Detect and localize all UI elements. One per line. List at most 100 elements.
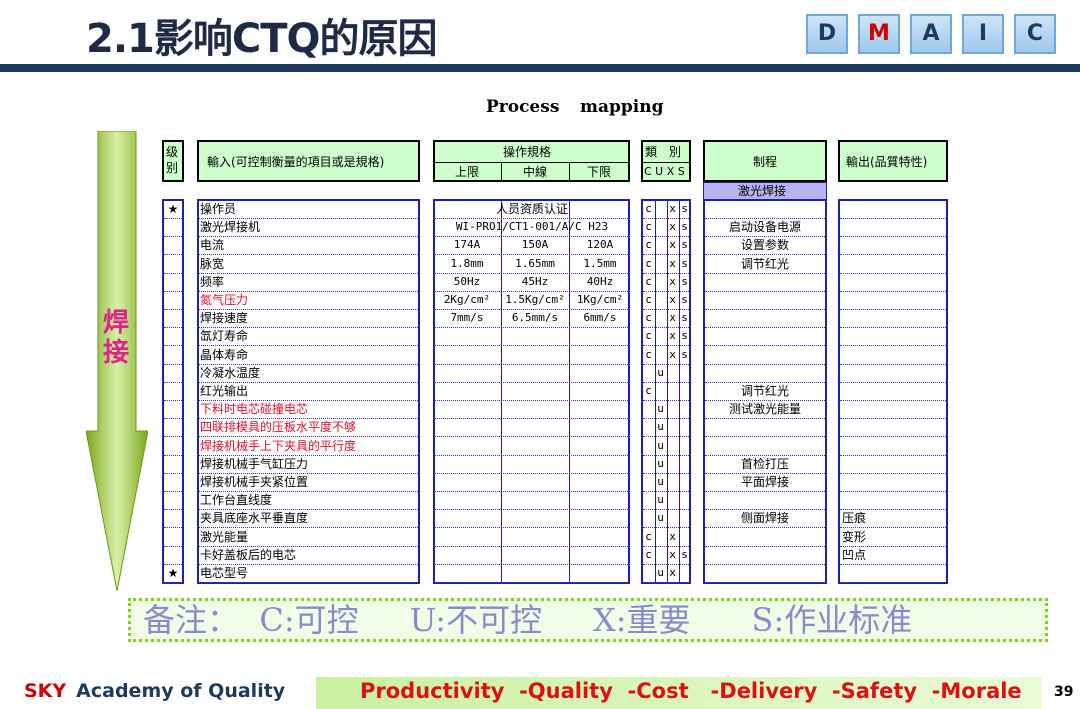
row-separator bbox=[164, 254, 182, 255]
cat-x: x bbox=[669, 566, 676, 579]
cat-s: s bbox=[681, 348, 688, 361]
row-separator bbox=[643, 345, 689, 346]
row-separator bbox=[643, 418, 689, 419]
cat-x: x bbox=[669, 275, 676, 288]
process-mapping-title-right: mapping bbox=[580, 97, 664, 117]
input-item: 电芯型号 bbox=[200, 566, 249, 580]
cat-s: s bbox=[681, 293, 688, 306]
cat-c: c bbox=[645, 548, 652, 561]
input-item: 焊接机械手气缸压力 bbox=[200, 457, 309, 471]
input-item: 激光能量 bbox=[200, 530, 249, 544]
cat-s: s bbox=[681, 329, 688, 342]
cat-c: c bbox=[645, 384, 652, 397]
footer-motto-bar: Productivity -Quality -Cost -Delivery -S… bbox=[316, 677, 1042, 709]
input-item: 氙灯寿命 bbox=[200, 329, 249, 343]
row-separator bbox=[199, 273, 418, 274]
row-separator bbox=[164, 546, 182, 547]
spec-full: 人员资质认证 bbox=[495, 202, 568, 216]
row-separator bbox=[705, 436, 825, 437]
row-separator bbox=[705, 273, 825, 274]
level-star: ★ bbox=[167, 566, 179, 580]
spec-upper: 2Kg/cm² bbox=[443, 293, 491, 306]
header-level: 级别 bbox=[162, 140, 184, 182]
cat-x: x bbox=[669, 329, 676, 342]
header-process: 制程 bbox=[703, 140, 827, 182]
output-item: 凹点 bbox=[842, 548, 867, 562]
row-separator bbox=[643, 400, 689, 401]
dmaic-i[interactable]: I bbox=[962, 14, 1004, 54]
input-item: 晶体寿命 bbox=[200, 348, 249, 362]
row-separator bbox=[435, 582, 628, 583]
row-separator bbox=[435, 327, 628, 328]
row-separator bbox=[435, 473, 628, 474]
process-step: 侧面焊接 bbox=[740, 511, 789, 525]
cat-s: s bbox=[681, 311, 688, 324]
row-separator bbox=[199, 436, 418, 437]
page-number: 39 bbox=[1054, 684, 1074, 700]
spec-lower: 6mm/s bbox=[583, 311, 617, 324]
cat-c: c bbox=[645, 220, 652, 233]
process-step-header: 激光焊接 bbox=[703, 182, 827, 200]
cat-u: u bbox=[657, 566, 664, 579]
spec-mid: 45Hz bbox=[521, 275, 549, 288]
spec-mid: 150A bbox=[521, 238, 549, 251]
row-separator bbox=[435, 509, 628, 510]
dmaic-m[interactable]: M bbox=[858, 14, 900, 54]
row-separator bbox=[435, 546, 628, 547]
header-spec-upper: 上限 bbox=[455, 165, 480, 179]
row-separator bbox=[840, 291, 946, 292]
row-separator bbox=[435, 455, 628, 456]
input-item: 下料时电芯碰撞电芯 bbox=[200, 402, 309, 416]
slide-title: 2.1影响CTQ的原因 bbox=[86, 16, 438, 62]
cat-u: u bbox=[657, 475, 664, 488]
row-separator bbox=[840, 273, 946, 274]
cat-c: c bbox=[645, 530, 652, 543]
row-separator bbox=[705, 418, 825, 419]
row-separator bbox=[164, 473, 182, 474]
header-spec-lower: 下限 bbox=[587, 165, 612, 179]
row-separator bbox=[164, 400, 182, 401]
dmaic-c[interactable]: C bbox=[1014, 14, 1056, 54]
spec-full: WI-PRO1/CT1-001/A/C H23 bbox=[455, 220, 609, 233]
cat-c: c bbox=[645, 311, 652, 324]
cat-u: u bbox=[657, 493, 664, 506]
row-separator bbox=[643, 582, 689, 583]
row-separator bbox=[164, 491, 182, 492]
title-rule bbox=[0, 64, 1080, 72]
row-separator bbox=[840, 491, 946, 492]
footer-org-name: Academy of Quality bbox=[76, 680, 286, 702]
row-separator bbox=[164, 218, 182, 219]
cat-s: s bbox=[681, 548, 688, 561]
input-item: 焊接机械手上下夹具的平行度 bbox=[200, 439, 357, 453]
header-output: 輸出(品質特性) bbox=[838, 140, 948, 182]
row-separator bbox=[435, 400, 628, 401]
input-item: 冷凝水温度 bbox=[200, 366, 261, 380]
row-separator bbox=[435, 254, 628, 255]
cat-x: x bbox=[669, 220, 676, 233]
dmaic-a[interactable]: A bbox=[910, 14, 952, 54]
cat-c: c bbox=[645, 348, 652, 361]
process-step: 首检打压 bbox=[740, 457, 789, 471]
cat-s: s bbox=[681, 220, 688, 233]
arrow-label: 焊接 bbox=[102, 308, 129, 368]
cat-u: u bbox=[657, 420, 664, 433]
input-item: 焊接速度 bbox=[200, 311, 249, 325]
row-separator bbox=[435, 364, 628, 365]
row-separator bbox=[840, 327, 946, 328]
row-separator bbox=[199, 345, 418, 346]
dmaic-d[interactable]: D bbox=[806, 14, 848, 54]
row-separator bbox=[643, 491, 689, 492]
spec-upper: 50Hz bbox=[453, 275, 481, 288]
header-spec-mid: 中線 bbox=[523, 165, 548, 179]
process-step: 平面焊接 bbox=[740, 475, 789, 489]
cat-u: u bbox=[657, 366, 664, 379]
row-separator bbox=[705, 546, 825, 547]
cat-x: x bbox=[669, 348, 676, 361]
row-separator bbox=[164, 509, 182, 510]
row-separator bbox=[164, 345, 182, 346]
spec-lower: 120A bbox=[586, 238, 614, 251]
cat-x: x bbox=[669, 202, 676, 215]
row-separator bbox=[164, 364, 182, 365]
footer-org-sky: SKY bbox=[24, 680, 67, 702]
footer-org: SKY Academy of Quality bbox=[24, 680, 285, 702]
